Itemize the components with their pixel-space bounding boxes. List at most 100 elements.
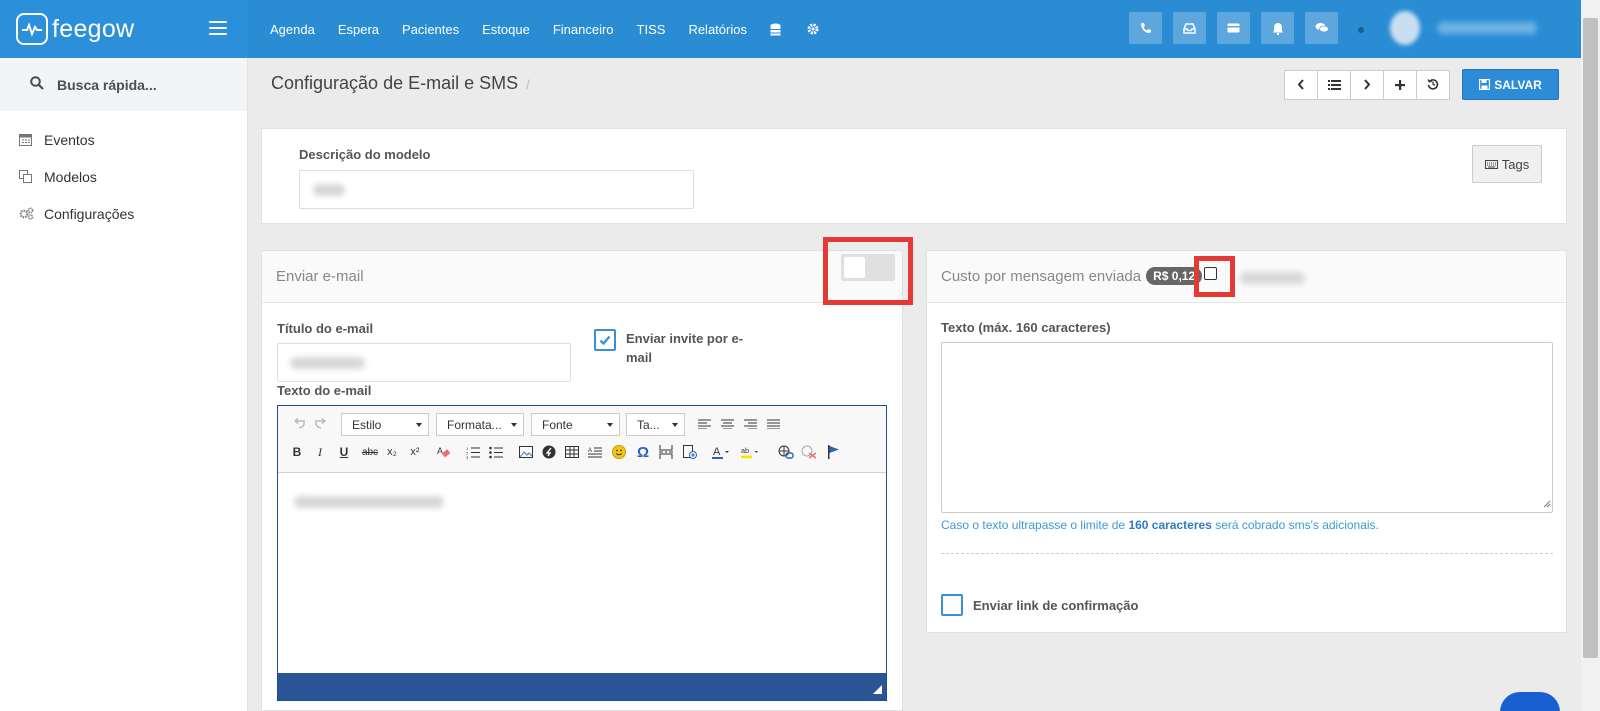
page-title: Configuração de E-mail e SMS / [271,73,530,94]
special-char-icon[interactable]: Ω [634,443,652,461]
align-right-icon[interactable] [741,415,759,433]
top-actions [1129,12,1349,44]
eraser-icon[interactable]: A [435,443,453,461]
align-center-icon[interactable] [718,415,736,433]
bold-icon[interactable]: B [288,443,306,461]
text-color-icon[interactable]: A [712,443,730,461]
font-dropdown-label: Fonte [542,417,573,432]
inbox-icon[interactable] [1173,12,1206,44]
sms-checkbox-highlight [1194,256,1235,297]
description-value-blurred [313,184,345,196]
scrollbar[interactable] [1581,0,1600,711]
divider [941,553,1553,554]
image-icon[interactable] [517,443,535,461]
quick-search[interactable]: Busca rápida... [0,58,247,111]
email-panel-header: Enviar e-mail [262,251,902,303]
nav-pacientes[interactable]: Pacientes [402,22,459,37]
chat-widget-button[interactable] [1500,692,1560,711]
format-dropdown[interactable]: Formata... [436,413,524,436]
nav-tiss[interactable]: TISS [637,22,666,37]
scrollbar-thumb[interactable] [1583,18,1598,658]
font-dropdown[interactable]: Fonte [531,413,620,436]
link-icon[interactable] [777,443,795,461]
rich-text-editor[interactable]: Estilo Formata... Fonte Ta... B I U abc … [277,405,887,701]
confirm-link-label: Enviar link de confirmação [973,597,1139,613]
next-button[interactable] [1350,70,1384,100]
nav-estoque[interactable]: Estoque [482,22,530,37]
sidebar-item-configuracoes[interactable]: Configurações [0,195,247,232]
page-break-icon[interactable] [657,443,675,461]
sms-help-text: Caso o texto ultrapasse o limite de 160 … [941,518,1379,532]
chevron-left-icon [1297,78,1305,93]
resize-handle-icon[interactable] [873,682,882,697]
database-icon[interactable] [770,23,781,36]
phone-icon[interactable] [1129,12,1162,44]
sms-panel-title-row: Custo por mensagem enviada R$ 0,12 [941,267,1203,285]
underline-icon[interactable]: U [335,443,353,461]
italic-icon[interactable]: I [311,443,329,461]
sms-toggle-label-blurred [1240,272,1305,284]
nav-espera[interactable]: Espera [338,22,379,37]
page-header: Configuração de E-mail e SMS / SALVAR [249,58,1581,110]
invite-checkbox[interactable] [594,329,616,351]
sidebar-item-eventos[interactable]: Eventos [0,121,247,158]
resize-grip-icon[interactable] [1542,496,1551,511]
spellcheck-icon[interactable]: A [586,443,604,461]
size-dropdown[interactable]: Ta... [626,413,685,436]
menu-toggle-icon[interactable] [209,21,227,35]
nav-agenda[interactable]: Agenda [270,22,315,37]
history-button[interactable] [1416,70,1450,100]
invite-checkbox-row[interactable]: Enviar invite por e-mail [594,329,751,367]
bullet-list-icon[interactable] [487,443,505,461]
nav-relatorios[interactable]: Relatórios [688,22,747,37]
sidebar: Busca rápida... Eventos Modelos Configur… [0,58,248,711]
strikethrough-icon[interactable]: abc [359,443,381,461]
confirm-link-row[interactable]: Enviar link de confirmação [941,594,1138,616]
unlink-icon[interactable] [800,443,818,461]
card-icon[interactable] [1217,12,1250,44]
confirm-link-checkbox[interactable] [941,594,963,616]
sms-enable-checkbox[interactable] [1204,267,1217,280]
email-toggle-switch[interactable] [841,254,895,281]
list-button[interactable] [1317,70,1351,100]
align-left-icon[interactable] [695,415,713,433]
flash-icon[interactable] [540,443,558,461]
email-panel-title: Enviar e-mail [276,268,364,285]
superscript-icon[interactable]: x² [406,443,424,461]
undo-icon[interactable] [290,415,308,433]
subscript-icon[interactable]: x₂ [383,443,401,461]
email-title-input[interactable] [277,343,571,382]
brand-name: feegow [52,14,135,43]
email-body-text-blurred [294,496,444,508]
bell-icon[interactable] [1261,12,1294,44]
highlight-color-icon[interactable]: ab [741,443,759,461]
brand[interactable]: feegow [0,0,248,58]
prev-button[interactable] [1284,70,1318,100]
redo-icon[interactable] [312,415,330,433]
editor-content[interactable] [278,473,886,673]
smiley-icon[interactable] [610,443,628,461]
main-nav: Agenda Espera Pacientes Estoque Financei… [270,0,845,58]
chat-icon[interactable] [1305,12,1338,44]
align-justify-icon[interactable] [764,415,782,433]
gears-icon [19,207,36,220]
gear-icon[interactable] [807,23,819,35]
table-icon[interactable] [563,443,581,461]
size-dropdown-label: Ta... [637,417,660,432]
search-placeholder: Busca rápida... [57,76,157,93]
numbered-list-icon[interactable]: 123 [464,443,482,461]
save-button[interactable]: SALVAR [1462,69,1559,100]
style-dropdown[interactable]: Estilo [341,413,429,436]
keyboard-icon [1484,159,1498,169]
nav-financeiro[interactable]: Financeiro [553,22,614,37]
template-icon[interactable] [681,443,699,461]
description-input[interactable] [299,170,694,209]
avatar[interactable] [1390,11,1420,45]
sms-textarea[interactable] [941,342,1553,513]
sidebar-item-label: Configurações [44,205,135,222]
anchor-flag-icon[interactable] [825,443,843,461]
tags-button[interactable]: Tags [1472,145,1542,183]
add-button[interactable] [1383,70,1417,100]
sidebar-item-modelos[interactable]: Modelos [0,158,247,195]
username-blurred[interactable] [1437,22,1537,34]
